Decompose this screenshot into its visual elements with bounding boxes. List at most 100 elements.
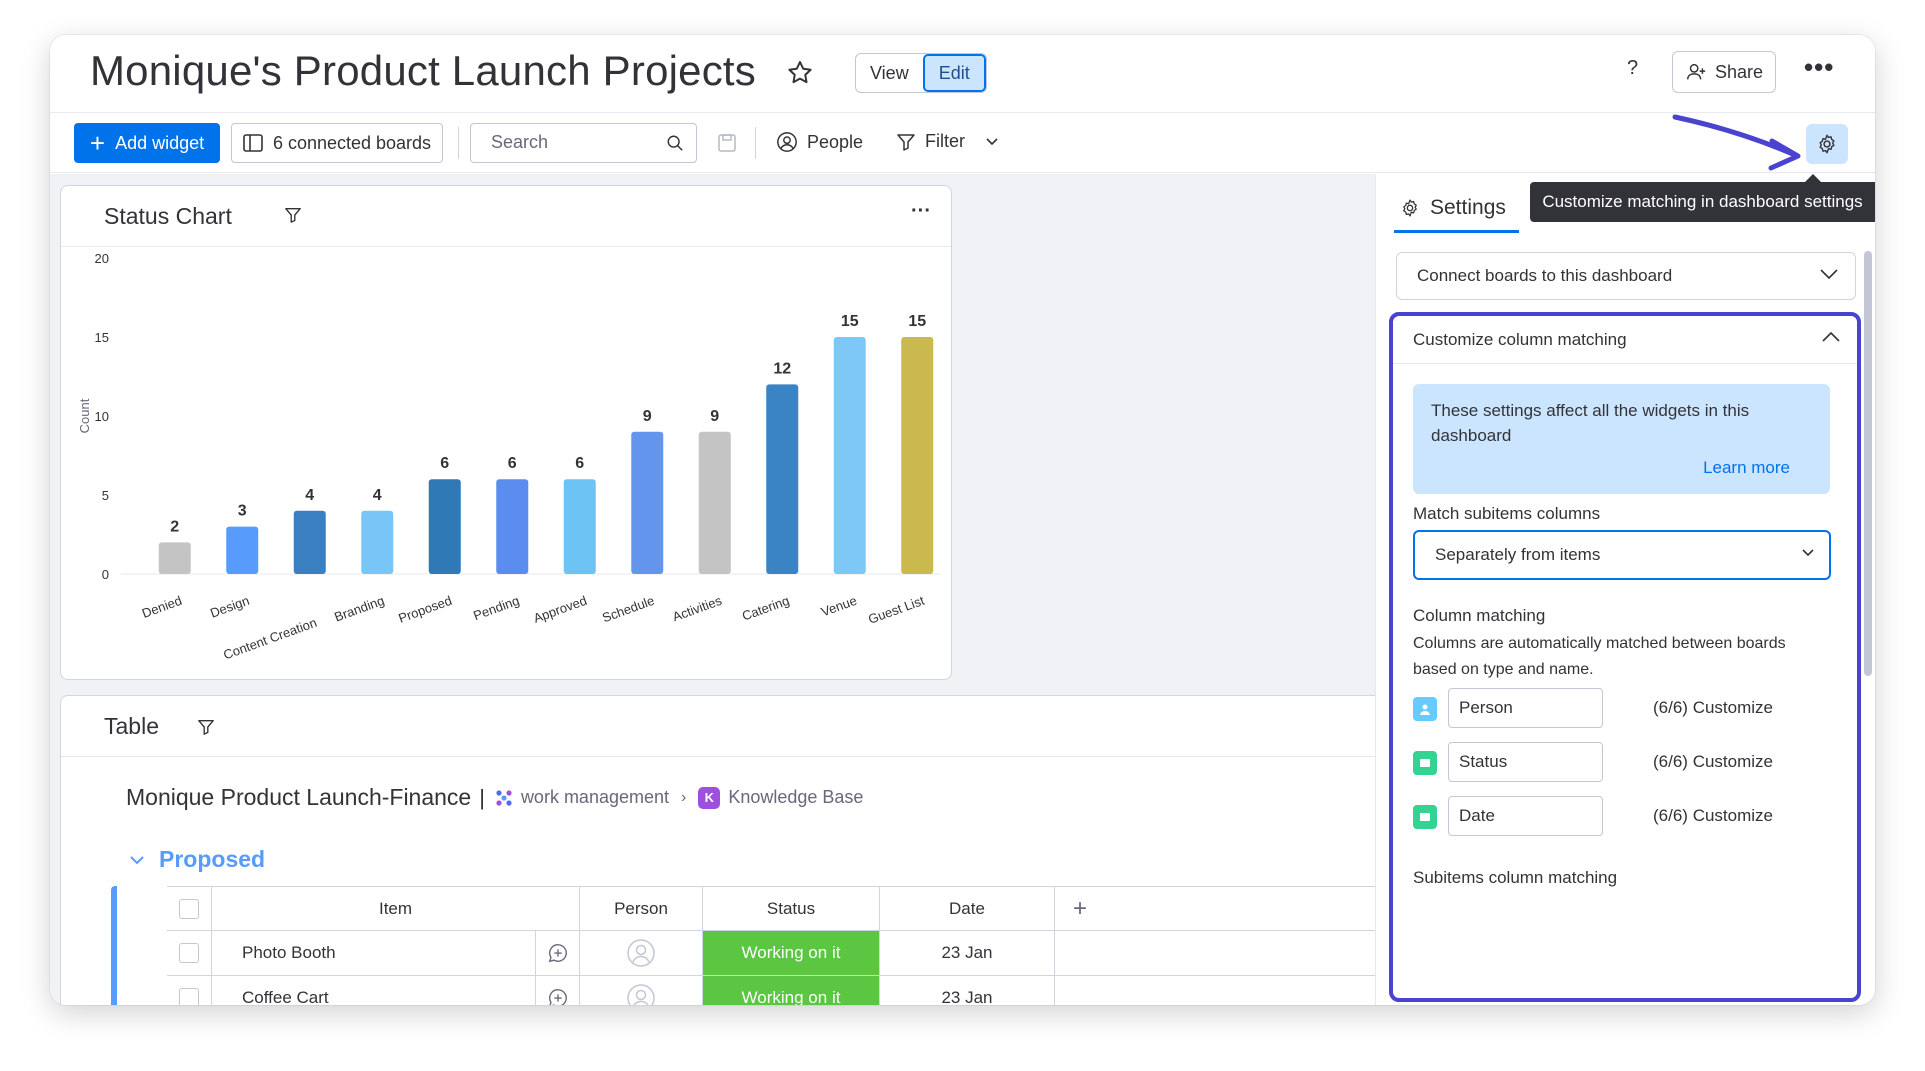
help-icon[interactable]: ?: [1627, 57, 1638, 80]
person-column-header[interactable]: Person: [580, 887, 703, 930]
table-row[interactable]: Photo Booth Working on it 23 Jan: [167, 931, 1426, 976]
workspace-icon: [496, 789, 512, 806]
empty-avatar-icon: [627, 939, 655, 967]
x-tick-label: Proposed: [396, 593, 453, 626]
chart-bar: [496, 479, 529, 574]
date-match-status: (6/6) Customize: [1653, 806, 1773, 826]
chart-bar: [563, 479, 596, 574]
date-cell[interactable]: 23 Jan: [880, 931, 1055, 975]
y-tick-label: 15: [95, 330, 109, 345]
subitems-select[interactable]: Separately from items: [1413, 530, 1831, 580]
widget-filter-icon[interactable]: [284, 206, 302, 224]
subitems-select-value: Separately from items: [1435, 545, 1601, 564]
status-label: Working on it: [703, 976, 879, 1005]
knowledge-base-badge: K: [698, 786, 721, 809]
widget-more-icon[interactable]: ···: [911, 200, 931, 223]
row-checkbox[interactable]: [179, 988, 199, 1005]
status-cell[interactable]: Working on it: [703, 931, 880, 975]
search-box[interactable]: [470, 123, 697, 163]
bar-value-label: 15: [841, 313, 859, 330]
column-matching-accordion[interactable]: Customize column matching: [1393, 316, 1857, 364]
chart-bar: [766, 384, 799, 574]
customize-link[interactable]: Customize: [1693, 806, 1773, 825]
item-column-header[interactable]: Item: [212, 887, 580, 930]
add-update-icon: [548, 989, 567, 1005]
dashboard-window: Monique's Product Launch Projects View E…: [50, 35, 1875, 1005]
bar-value-label: 12: [773, 360, 791, 377]
group-title: Proposed: [159, 846, 266, 872]
panel-scrollbar[interactable]: [1864, 251, 1872, 676]
knowledge-base-name[interactable]: Knowledge Base: [728, 787, 863, 808]
date-cell[interactable]: 23 Jan: [880, 976, 1055, 1005]
group-header[interactable]: Proposed: [129, 846, 265, 873]
item-name-cell[interactable]: Coffee Cart: [212, 976, 580, 1005]
search-input[interactable]: [491, 124, 661, 160]
gear-icon: [1403, 199, 1417, 217]
workspace-name[interactable]: work management: [521, 787, 669, 808]
row-checkbox[interactable]: [179, 943, 199, 963]
settings-tab[interactable]: Settings: [1400, 196, 1506, 220]
select-all-cell: [167, 887, 212, 930]
chart-bar: [158, 542, 191, 574]
customize-link[interactable]: Customize: [1693, 698, 1773, 717]
edit-button[interactable]: Edit: [922, 54, 986, 92]
status-match-status: (6/6) Customize: [1653, 752, 1773, 772]
x-tick-label: Catering: [740, 593, 791, 624]
y-tick-label: 0: [102, 567, 109, 582]
bar-value-label: 4: [305, 487, 314, 504]
empty-avatar-icon: [627, 984, 655, 1005]
conversation-cell[interactable]: [535, 931, 580, 975]
people-filter-button[interactable]: People: [776, 131, 863, 153]
connected-boards-button[interactable]: 6 connected boards: [231, 123, 443, 163]
status-cell[interactable]: Working on it: [703, 976, 880, 1005]
bar-value-label: 4: [373, 487, 382, 504]
more-options-icon[interactable]: •••: [1804, 52, 1834, 83]
view-button[interactable]: View: [856, 54, 923, 92]
dashboard-settings-button[interactable]: [1806, 124, 1848, 164]
date-column-header[interactable]: Date: [880, 887, 1055, 930]
table-row[interactable]: Coffee Cart Working on it 23 Jan: [167, 976, 1426, 1005]
status-column-header[interactable]: Status: [703, 887, 880, 930]
add-widget-button[interactable]: + Add widget: [74, 123, 220, 163]
x-tick-label: Pending: [471, 593, 521, 623]
learn-more-link[interactable]: Learn more: [1703, 455, 1790, 480]
group-color-bar: [111, 886, 117, 1005]
chart-bar: [361, 510, 394, 574]
column-matching-section: Customize column matching These settings…: [1389, 312, 1861, 1002]
person-cell[interactable]: [580, 931, 703, 975]
filter-button[interactable]: Filter: [896, 131, 965, 152]
y-tick-label: 10: [95, 409, 109, 424]
date-column-field[interactable]: Date: [1448, 796, 1603, 836]
board-name-link[interactable]: Monique Product Launch-Finance: [126, 784, 471, 811]
select-all-checkbox[interactable]: [179, 898, 199, 919]
chevron-down-icon: [1820, 269, 1838, 280]
share-button[interactable]: Share: [1672, 51, 1776, 93]
chevron-down-icon: [1802, 549, 1814, 557]
bar-value-label: 15: [908, 313, 926, 330]
plus-icon: +: [89, 128, 106, 158]
column-matching-heading: Column matching: [1413, 606, 1546, 625]
status-column-field[interactable]: Status: [1448, 742, 1603, 782]
view-edit-toggle: View Edit: [855, 53, 987, 93]
date-column-icon: [1413, 805, 1437, 829]
settings-tab-label: Settings: [1430, 196, 1506, 219]
widget-filter-icon[interactable]: [197, 718, 215, 736]
info-text: These settings affect all the widgets in…: [1431, 401, 1750, 445]
dashboard-toolbar: + Add widget 6 connected boards People F…: [50, 113, 1875, 173]
bar-value-label: 9: [710, 408, 719, 425]
chevron-down-icon[interactable]: [985, 137, 999, 147]
status-bar-chart: 0 5 10 15 20 Count 2 Denied 3 Design 4 Content Crea…: [77, 251, 941, 662]
chart-bar: [428, 479, 461, 574]
save-icon[interactable]: [717, 133, 737, 153]
customize-link[interactable]: Customize: [1693, 752, 1773, 771]
row-select-cell: [167, 976, 212, 1005]
connect-boards-accordion[interactable]: Connect boards to this dashboard: [1396, 252, 1856, 300]
add-column-button[interactable]: +: [1055, 887, 1105, 930]
person-column-field[interactable]: Person: [1448, 688, 1603, 728]
person-cell[interactable]: [580, 976, 703, 1005]
item-name-cell[interactable]: Photo Booth: [212, 931, 580, 975]
star-icon[interactable]: [785, 58, 815, 88]
conversation-cell[interactable]: [535, 976, 580, 1005]
chevron-down-icon[interactable]: [129, 854, 145, 866]
status-column-icon: [1413, 751, 1437, 775]
